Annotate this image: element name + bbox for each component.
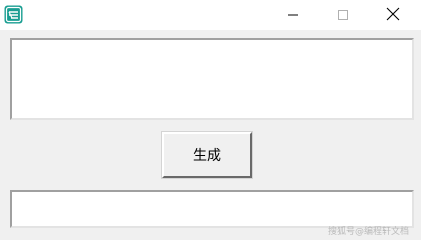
watermark: 搜狐号@编程轩文档 — [327, 227, 409, 237]
title-bar[interactable] — [0, 0, 421, 30]
close-icon — [386, 6, 400, 25]
minimize-button[interactable] — [270, 0, 316, 30]
close-button[interactable] — [370, 0, 416, 30]
maximize-button[interactable] — [320, 0, 366, 30]
maximize-icon — [337, 6, 349, 25]
minimize-icon — [287, 6, 299, 25]
generate-button-label: 生成 — [193, 148, 221, 164]
app-icon — [4, 5, 23, 24]
app-window: 生成 搜狐号@编程轩文档 — [0, 0, 421, 240]
input-textbox[interactable] — [10, 38, 414, 120]
generate-button[interactable]: 生成 — [161, 131, 253, 179]
output-textbox[interactable] — [10, 190, 414, 228]
